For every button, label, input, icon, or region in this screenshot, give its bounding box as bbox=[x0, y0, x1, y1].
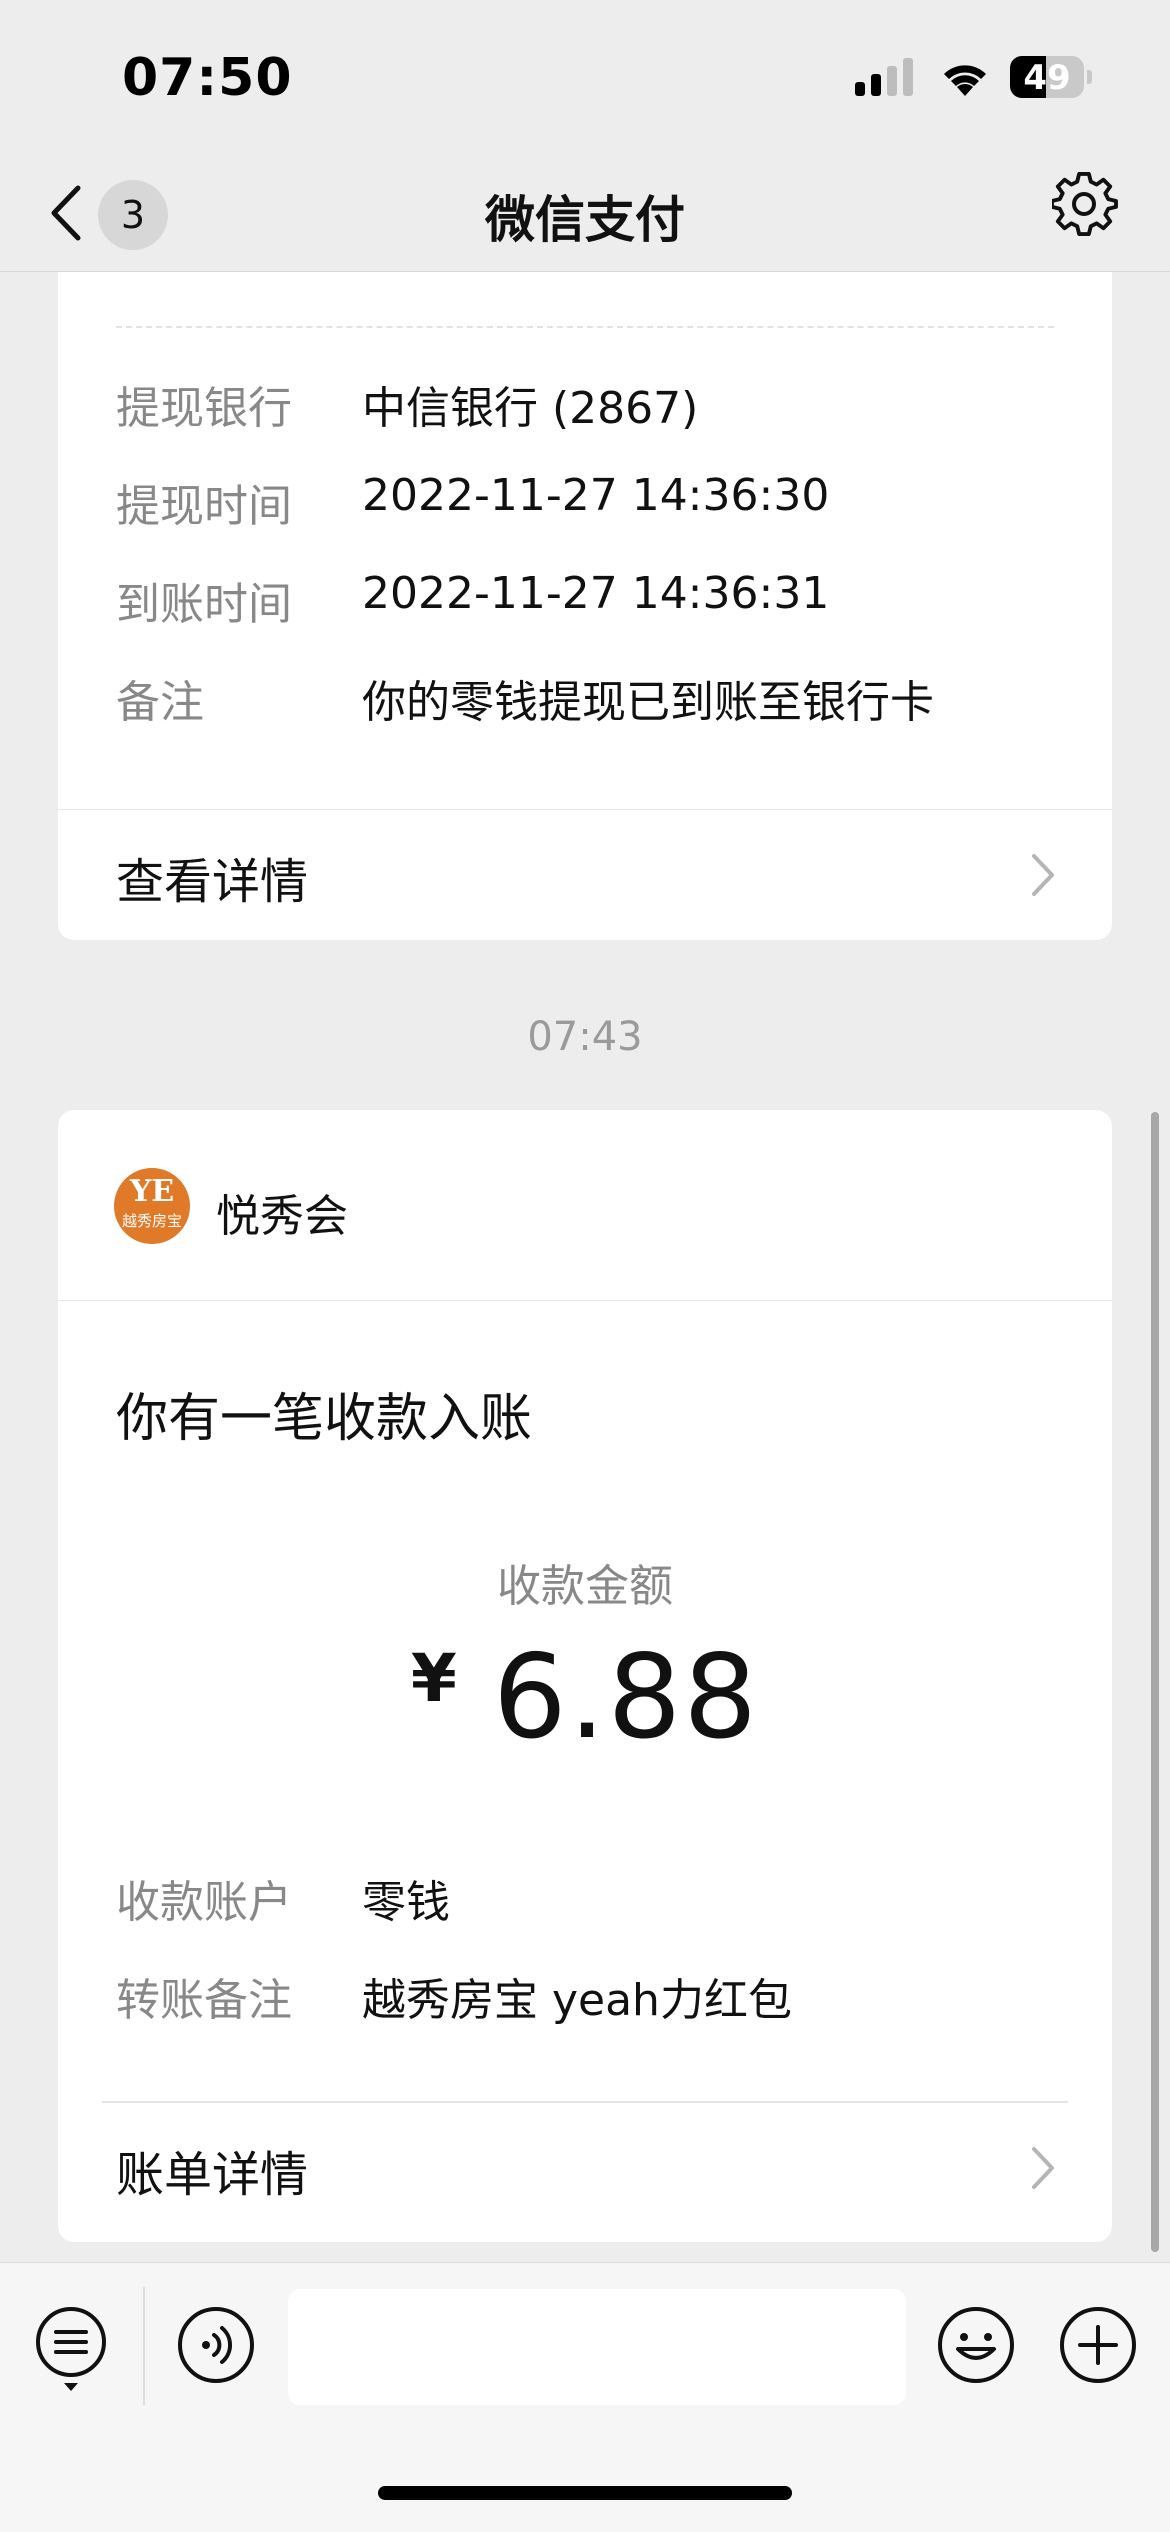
chevron-right-icon bbox=[1032, 2147, 1054, 2189]
back-button[interactable]: 3 bbox=[40, 178, 180, 250]
card-divider bbox=[58, 1300, 1112, 1301]
unread-count-badge: 3 bbox=[98, 180, 168, 250]
info-value: 零钱 bbox=[362, 1877, 450, 1928]
emoji-icon[interactable] bbox=[936, 2305, 1016, 2385]
info-value: 2022-11-27 14:36:30 bbox=[362, 470, 830, 521]
currency-symbol: ¥ bbox=[410, 1640, 457, 1717]
info-label: 提现银行 bbox=[116, 383, 292, 434]
amount-label: 收款金额 bbox=[497, 1561, 673, 1612]
menu-list-icon[interactable] bbox=[34, 2305, 108, 2395]
nav-bar: 3 微信支付 bbox=[0, 150, 1170, 272]
status-time: 07:50 bbox=[122, 48, 293, 108]
amount-value: 6.88 bbox=[492, 1630, 760, 1765]
info-row-remark: 备注 你的零钱提现已到账至银行卡 bbox=[116, 666, 1072, 728]
voice-icon[interactable] bbox=[176, 2305, 256, 2385]
info-row-account: 收款账户 零钱 bbox=[116, 1866, 1072, 1928]
amount-row: ¥6.88 bbox=[58, 1630, 1112, 1765]
avatar: YE 越秀房宝 bbox=[114, 1168, 190, 1244]
home-indicator[interactable] bbox=[378, 2486, 792, 2500]
info-row-bank: 提现银行 中信银行 (2867) bbox=[116, 372, 1072, 434]
sender-name: 悦秀会 bbox=[216, 1191, 348, 1242]
status-bar: 07:50 49 bbox=[0, 0, 1170, 150]
info-value: 你的零钱提现已到账至银行卡 bbox=[362, 677, 934, 728]
view-details-label: 查看详情 bbox=[116, 854, 309, 910]
scrollbar[interactable] bbox=[1151, 1112, 1159, 2252]
wifi-icon bbox=[944, 65, 986, 96]
avatar-logo-text: 越秀房宝 bbox=[121, 1212, 182, 1230]
chevron-right-icon bbox=[1032, 854, 1054, 896]
info-value: 越秀房宝 yeah力红包 bbox=[362, 1975, 792, 2026]
battery-indicator: 49 bbox=[1010, 56, 1092, 98]
info-value: 2022-11-27 14:36:31 bbox=[362, 568, 830, 619]
avatar-logo-mark: YE bbox=[129, 1174, 175, 1209]
info-label: 提现时间 bbox=[116, 481, 292, 532]
info-row-arrival-time: 到账时间 2022-11-27 14:36:31 bbox=[116, 568, 1072, 630]
gear-icon[interactable] bbox=[1052, 172, 1118, 238]
dashed-divider bbox=[116, 326, 1054, 328]
chevron-left-icon bbox=[51, 185, 81, 241]
info-value: 中信银行 (2867) bbox=[362, 383, 699, 434]
info-row-withdraw-time: 提现时间 2022-11-27 14:36:30 bbox=[116, 470, 1072, 532]
info-row-transfer-remark: 转账备注 越秀房宝 yeah力红包 bbox=[116, 1964, 1072, 2026]
battery-level: 49 bbox=[1023, 58, 1071, 98]
info-label: 备注 bbox=[116, 677, 204, 728]
info-label: 转账备注 bbox=[116, 1975, 292, 2026]
bar-separator bbox=[143, 2287, 145, 2405]
cellular-signal-icon bbox=[855, 58, 913, 96]
plus-icon[interactable] bbox=[1058, 2305, 1138, 2385]
message-input[interactable] bbox=[288, 2289, 906, 2405]
payment-received-card[interactable]: YE 越秀房宝 悦秀会 你有一笔收款入账 收款金额 ¥6.88 收款账户 零钱 … bbox=[58, 1110, 1112, 2242]
view-details-link[interactable]: 查看详情 bbox=[58, 810, 1112, 940]
bill-details-label: 账单详情 bbox=[116, 2147, 309, 2203]
message-title: 你有一笔收款入账 bbox=[116, 1389, 533, 1449]
info-label: 到账时间 bbox=[116, 579, 292, 630]
withdraw-notification-card: 提现银行 中信银行 (2867) 提现时间 2022-11-27 14:36:3… bbox=[58, 272, 1112, 940]
message-timestamp: 07:43 bbox=[527, 1014, 643, 1060]
bill-details-link[interactable]: 账单详情 bbox=[58, 2103, 1112, 2233]
info-label: 收款账户 bbox=[116, 1877, 292, 1928]
